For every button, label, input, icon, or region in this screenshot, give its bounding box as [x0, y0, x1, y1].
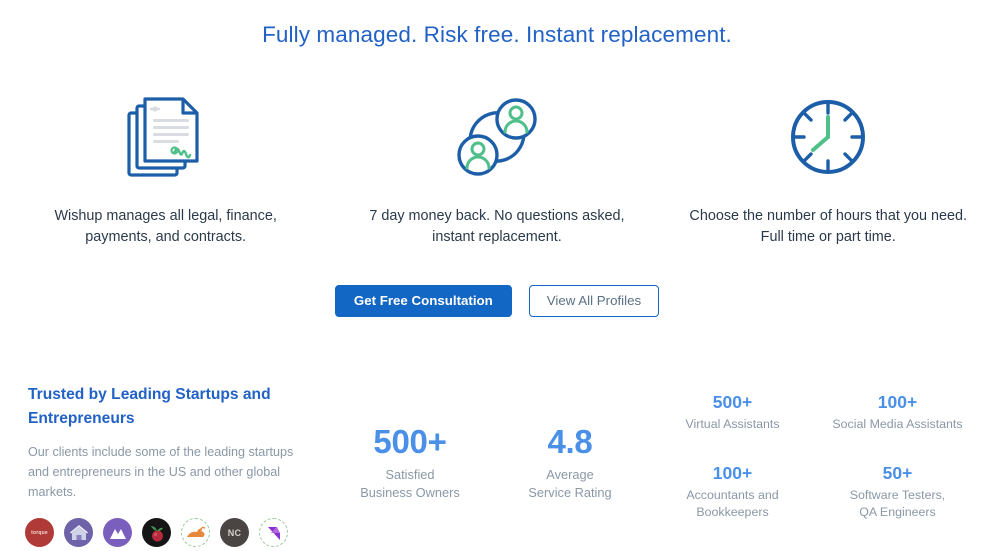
stat-label: Virtual Assistants — [650, 416, 815, 433]
cta-button-row: Get Free Consultation View All Profiles — [0, 285, 994, 317]
view-all-profiles-button[interactable]: View All Profiles — [528, 285, 660, 317]
feature-item-text: Wishup manages all legal, finance, payme… — [54, 208, 277, 245]
stat-social-media-assistants: 100+ Social Media Assistants — [815, 391, 980, 433]
stat-label-line1: Average — [546, 467, 594, 482]
stat-label: Accountants and Bookkeepers — [650, 487, 815, 521]
stat-value: 500+ — [373, 423, 447, 460]
primary-stats-group: 500+ Satisfied Business Owners 4.8 Avera… — [330, 423, 650, 502]
feature-list: Wishup manages all legal, finance, payme… — [0, 82, 994, 248]
trusted-by-description: Our clients include some of the leading … — [28, 445, 294, 499]
documents-contract-icon — [127, 82, 205, 192]
feature-item-replacement: 7 day money back. No questions asked, in… — [331, 82, 662, 248]
stat-value: 100+ — [877, 392, 918, 412]
client-logo-arrow[interactable] — [259, 518, 288, 547]
client-logo-nc[interactable]: NC — [220, 518, 249, 547]
stat-value: 4.8 — [547, 423, 593, 460]
clock-icon — [785, 82, 871, 192]
stat-value: 100+ — [712, 463, 753, 483]
stat-label: Average Service Rating — [490, 466, 650, 502]
stat-value: 500+ — [712, 392, 753, 412]
client-logo-rabbit[interactable] — [181, 518, 210, 547]
stat-label-line2: Business Owners — [360, 485, 460, 500]
stat-label-line1: Software Testers, — [849, 488, 946, 502]
secondary-stats-grid: 500+ Virtual Assistants 100+ Social Medi… — [650, 391, 980, 521]
stat-label-line2: Service Rating — [528, 485, 612, 500]
feature-item-text: Choose the number of hours that you need… — [689, 208, 968, 245]
arrow-mark-icon — [267, 526, 280, 540]
trusted-by-section: Trusted by Leading Startups and Entrepre… — [28, 383, 310, 502]
feature-item-contracts: Wishup manages all legal, finance, payme… — [0, 82, 331, 248]
stat-average-service-rating: 4.8 Average Service Rating — [490, 423, 650, 502]
user-replacement-icon — [452, 82, 542, 192]
get-free-consultation-button[interactable]: Get Free Consultation — [334, 285, 512, 317]
stat-label-line1: Satisfied — [385, 467, 435, 482]
stat-virtual-assistants: 500+ Virtual Assistants — [650, 391, 815, 433]
feature-item-hours: Choose the number of hours that you need… — [663, 82, 994, 248]
stat-accountants-bookkeepers: 100+ Accountants and Bookkeepers — [650, 462, 815, 521]
mountain-m-icon — [109, 528, 126, 539]
client-logo-label: torque — [31, 529, 48, 536]
landing-page: Fully managed. Risk free. Instant replac… — [0, 0, 994, 551]
stat-label-line1: Social Media Assistants — [832, 417, 963, 431]
client-logo-torque[interactable]: torque — [25, 518, 54, 547]
client-logo-list: torque NC — [25, 518, 288, 547]
stat-label-line2: Bookkeepers — [696, 505, 769, 519]
stat-label-line1: Accountants and — [686, 488, 779, 502]
stat-satisfied-business-owners: 500+ Satisfied Business Owners — [330, 423, 490, 502]
stat-label: Social Media Assistants — [815, 416, 980, 433]
stat-label-line1: Virtual Assistants — [685, 417, 780, 431]
stat-label: Software Testers, QA Engineers — [815, 487, 980, 521]
client-logo-label: NC — [227, 527, 242, 538]
feature-item-text: 7 day money back. No questions asked, in… — [369, 208, 625, 245]
berry-icon — [150, 525, 163, 541]
stat-label: Satisfied Business Owners — [330, 466, 490, 502]
client-logo-berry[interactable] — [142, 518, 171, 547]
trusted-by-title: Trusted by Leading Startups and Entrepre… — [28, 386, 271, 427]
house-icon — [69, 524, 88, 540]
rabbit-icon — [186, 526, 205, 537]
page-title: Fully managed. Risk free. Instant replac… — [262, 22, 732, 47]
stat-value: 50+ — [882, 463, 913, 483]
client-logo-house[interactable] — [64, 518, 93, 547]
client-logo-mountain[interactable] — [103, 518, 132, 547]
stat-software-testers-qa: 50+ Software Testers, QA Engineers — [815, 462, 980, 521]
stat-label-line2: QA Engineers — [859, 505, 936, 519]
